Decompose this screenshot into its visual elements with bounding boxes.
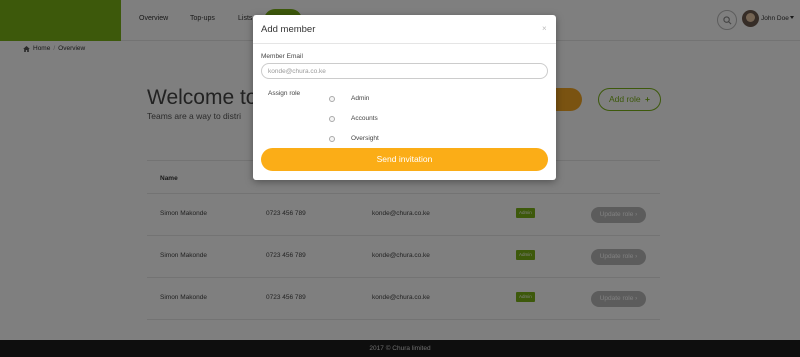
role-option-label: Accounts xyxy=(351,115,378,122)
send-invitation-button[interactable]: Send invitation xyxy=(261,148,548,171)
radio-accounts[interactable] xyxy=(329,115,335,122)
modal-title: Add member xyxy=(261,24,316,35)
role-option-label: Oversight xyxy=(351,135,379,142)
add-member-modal: Add member × Member Email Assign role Ad… xyxy=(253,15,556,180)
member-email-input[interactable] xyxy=(261,63,548,79)
radio-admin[interactable] xyxy=(329,95,335,102)
role-option-label: Admin xyxy=(351,95,370,102)
role-option-accounts[interactable]: Accounts xyxy=(329,115,378,122)
assign-role-label: Assign role xyxy=(268,90,301,97)
role-option-admin[interactable]: Admin xyxy=(329,95,369,102)
radio-oversight[interactable] xyxy=(329,135,335,142)
modal-header: Add member × xyxy=(253,15,556,44)
role-option-oversight[interactable]: Oversight xyxy=(329,135,379,142)
close-icon[interactable]: × xyxy=(542,24,547,33)
member-email-label: Member Email xyxy=(261,53,303,60)
